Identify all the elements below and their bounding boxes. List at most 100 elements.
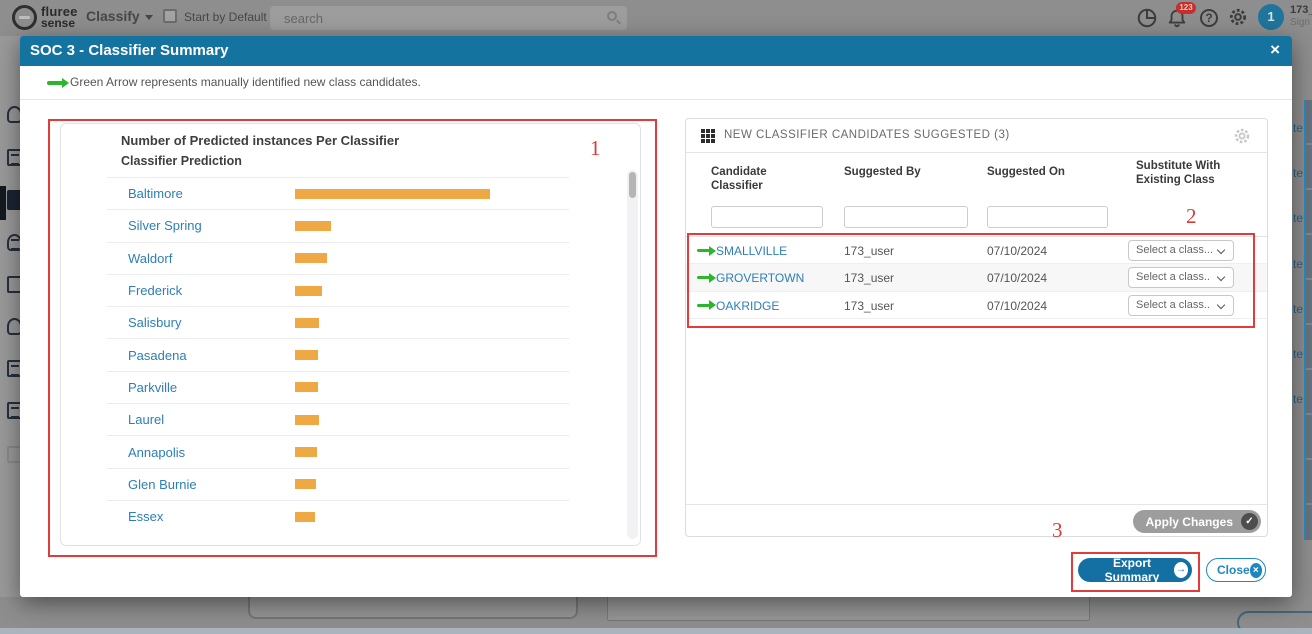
notification-badge: 123	[1176, 2, 1196, 14]
green-arrow-icon	[697, 304, 710, 307]
candidates-card: NEW CLASSIFIER CANDIDATES SUGGESTED (3) …	[685, 118, 1268, 537]
bar[interactable]	[295, 415, 319, 425]
bg-text-fragment: te	[1293, 211, 1303, 225]
classifier-label[interactable]: Laurel	[107, 412, 295, 427]
bar-track	[295, 415, 569, 425]
filter-suggested-by-input[interactable]	[844, 206, 968, 228]
notifications-bell-icon[interactable]: 123	[1166, 7, 1188, 29]
classifier-label[interactable]: Waldorf	[107, 251, 295, 266]
classifier-label[interactable]: Silver Spring	[107, 218, 295, 233]
green-arrow-icon	[697, 249, 710, 252]
annotation-number-3: 3	[1052, 518, 1063, 543]
brand-logo[interactable]: fluree sense	[12, 5, 78, 30]
kanban-icon[interactable]	[7, 402, 20, 419]
suggested-by-cell: 173_user	[844, 271, 894, 285]
panel-gear-icon[interactable]	[1233, 127, 1251, 150]
bar-track	[295, 189, 569, 199]
chart-rows: Baltimore Silver Spring Waldorf Frederick Sa…	[61, 177, 641, 532]
sign-text: Sign	[1290, 17, 1312, 29]
sidebar-item-active-icon[interactable]	[7, 190, 20, 210]
search-input[interactable]	[284, 6, 584, 30]
nav-classify-dropdown[interactable]: Classify	[86, 8, 153, 24]
candidate-name-link[interactable]: GROVERTOWN	[716, 271, 804, 285]
bar[interactable]	[295, 189, 490, 199]
bg-text-fragment: te	[1293, 166, 1303, 180]
col-suggested-on: Suggested On	[987, 165, 1065, 179]
grid-icon	[701, 129, 715, 143]
classifier-label[interactable]: Pasadena	[107, 348, 295, 363]
classifier-label[interactable]: Essex	[107, 509, 295, 524]
database-icon[interactable]	[7, 234, 20, 251]
search-bar[interactable]	[270, 6, 627, 30]
classifier-summary-modal: SOC 3 - Classifier Summary × Green Arrow…	[20, 36, 1292, 597]
class-select-dropdown[interactable]: Select a class...	[1128, 240, 1234, 261]
bg-text-fragment: te	[1293, 121, 1303, 135]
candidate-name-link[interactable]: SMALLVILLE	[716, 244, 787, 258]
settings-gear-icon[interactable]	[1228, 7, 1250, 29]
avatar[interactable]: 1	[1258, 4, 1284, 30]
annotation-number-2: 2	[1186, 204, 1197, 229]
bar[interactable]	[295, 253, 327, 263]
bg-footer-strip	[0, 628, 1312, 634]
bar[interactable]	[295, 286, 322, 296]
bar[interactable]	[295, 512, 315, 522]
classifier-label[interactable]: Parkville	[107, 380, 295, 395]
chart-scrollbar[interactable]	[627, 170, 638, 539]
bar[interactable]	[295, 350, 318, 360]
chart-row: Laurel	[107, 403, 569, 435]
checklist-icon[interactable]	[7, 360, 20, 377]
bar[interactable]	[295, 479, 316, 489]
classifier-label[interactable]: Annapolis	[107, 445, 295, 460]
bar[interactable]	[295, 221, 331, 231]
pie-chart-icon[interactable]	[1136, 7, 1158, 29]
book-icon[interactable]	[7, 318, 20, 335]
chart-row: Frederick	[107, 274, 569, 306]
brand-line2: sense	[41, 18, 78, 29]
table-icon[interactable]	[7, 149, 20, 166]
export-summary-button[interactable]: Export Summary →	[1078, 558, 1192, 582]
panel-title: NEW CLASSIFIER CANDIDATES SUGGESTED (3)	[724, 129, 1010, 141]
close-button[interactable]: Close ×	[1206, 558, 1266, 582]
active-item-indicator	[0, 186, 6, 220]
candidate-name-link[interactable]: OAKRIDGE	[716, 299, 779, 313]
suggested-by-cell: 173_user	[844, 244, 894, 258]
close-x-icon: ×	[1250, 563, 1262, 578]
table-header-row: Candidate Classifier Suggested By Sugges…	[686, 153, 1267, 199]
gear-icon[interactable]	[7, 446, 20, 463]
classifier-label[interactable]: Baltimore	[107, 186, 295, 201]
col-suggested-by: Suggested By	[844, 165, 921, 179]
apply-changes-button[interactable]: Apply Changes ✓	[1133, 510, 1261, 533]
col-candidate-classifier: Candidate Classifier	[711, 165, 781, 194]
scrollbar-thumb[interactable]	[629, 172, 636, 198]
chart-row: Baltimore	[107, 177, 569, 209]
annotation-number-1: 1	[590, 136, 601, 161]
bar-track	[295, 221, 569, 231]
chart-row: Annapolis	[107, 435, 569, 467]
help-icon[interactable]: ?	[1200, 9, 1222, 31]
class-select-dropdown[interactable]: Select a class..	[1128, 267, 1234, 288]
modal-note-bar: Green Arrow represents manually identifi…	[20, 66, 1292, 100]
start-by-default-checkbox[interactable]	[163, 9, 177, 23]
document-icon[interactable]	[7, 276, 20, 293]
bar[interactable]	[295, 447, 317, 457]
home-icon[interactable]	[7, 106, 20, 123]
table-row: GROVERTOWN173_user07/10/2024Select a cla…	[686, 264, 1267, 291]
chart-row: Salisbury	[107, 306, 569, 338]
bg-text-fragment: te	[1293, 302, 1303, 316]
class-select-dropdown[interactable]: Select a class..	[1128, 295, 1234, 316]
fluree-logo-icon	[12, 5, 37, 30]
modal-title: SOC 3 - Classifier Summary	[30, 42, 228, 59]
user-menu[interactable]: 173_u Sign	[1290, 4, 1312, 28]
classifier-label[interactable]: Salisbury	[107, 315, 295, 330]
start-by-default-label: Start by Default	[184, 10, 267, 24]
app-topbar: fluree sense Classify Start by Default 1…	[0, 0, 1312, 36]
panel-header: NEW CLASSIFIER CANDIDATES SUGGESTED (3)	[686, 119, 1267, 153]
filter-suggested-on-input[interactable]	[987, 206, 1108, 228]
filter-candidate-input[interactable]	[711, 206, 823, 228]
classifier-label[interactable]: Glen Burnie	[107, 477, 295, 492]
bar[interactable]	[295, 382, 318, 392]
classifier-label[interactable]: Frederick	[107, 283, 295, 298]
bar[interactable]	[295, 318, 319, 328]
green-arrow-icon	[697, 276, 710, 279]
modal-close-icon[interactable]: ×	[1270, 40, 1280, 60]
